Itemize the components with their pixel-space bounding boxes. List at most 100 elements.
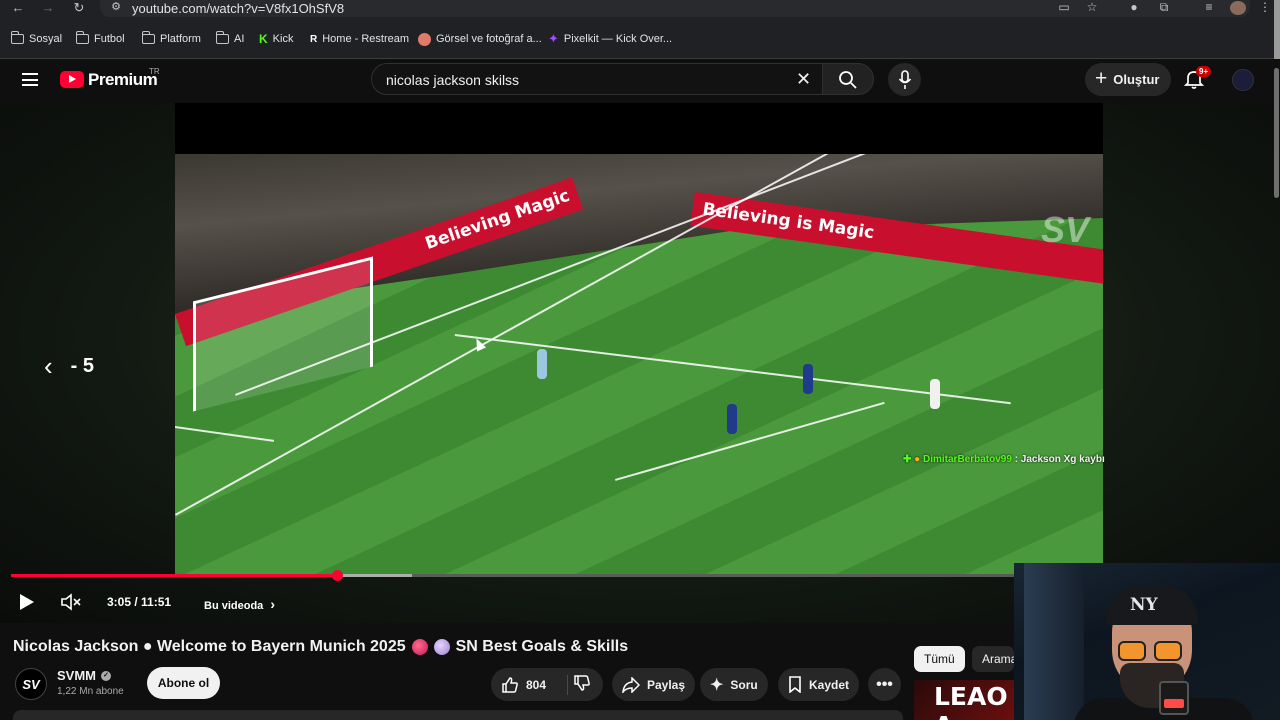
subscribe-button[interactable]: Abone ol [147,667,220,699]
logo-region: TR [149,67,160,76]
player-figure [727,404,737,434]
site-settings-icon[interactable]: ⚙ [106,0,126,17]
folder-icon [75,31,89,44]
menu-icon[interactable]: ⋮ [1256,0,1274,16]
pixelkit-icon: ✦ [548,31,559,46]
chat-username: DimitarBerbatov99 [923,454,1012,465]
search-value[interactable]: nicolas jackson skilss [386,72,519,88]
recommended-thumbnail[interactable]: LEAO A [914,680,1014,720]
hamburger-menu-icon[interactable] [22,73,38,86]
share-button[interactable]: Paylaş [612,668,696,701]
plus-icon: + [1095,67,1108,90]
bookmark-label: Home - Restream [322,33,410,45]
bookmark-label: Futbol [94,33,125,45]
progress-bar[interactable] [11,570,1014,581]
chip-search[interactable]: Arama [972,646,1014,672]
like-dislike-group: 804 [491,668,603,701]
restream-icon: R [310,33,318,45]
sparkle-icon: ✦ [710,676,724,694]
voice-search-button[interactable] [888,63,921,96]
bookmark-futbol[interactable]: Futbol [75,31,125,47]
bookmarks-bar: Sosyal Futbol Platform AI K Kick R Home … [0,17,1280,59]
search-input[interactable]: nicolas jackson skilss ✕ [371,63,823,95]
extension-dot-icon[interactable]: ● [1125,0,1143,16]
red-circle-emoji-icon [411,639,428,655]
folder-icon [215,31,229,44]
bookmark-restream[interactable]: R Home - Restream [310,31,409,47]
create-button[interactable]: + Oluştur [1085,63,1171,96]
create-label: Oluştur [1113,72,1160,87]
title-text-2: SN Best Goals & Skills [455,638,629,655]
chat-badge-icon: ● [914,454,921,465]
bookmark-sosyal[interactable]: Sosyal [10,31,63,47]
account-avatar[interactable] [1232,69,1254,91]
forward-icon[interactable]: → [38,0,58,17]
reload-icon[interactable]: ↻ [69,0,89,17]
title-text: Nicolas Jackson ● Welcome to Bayern Muni… [13,638,406,655]
image-site-icon [418,32,431,46]
more-horizontal-icon: ••• [876,675,893,693]
channel-avatar[interactable]: SV [15,668,47,700]
back-icon[interactable]: ← [8,0,28,17]
bookmark-label: Kick [272,33,294,45]
chapter-label: Bu videoda [204,600,264,612]
play-icon[interactable] [20,594,34,610]
channel-avatar-text: SV [22,676,40,692]
more-actions-button[interactable]: ••• [868,668,901,701]
microphone-device [1159,681,1189,715]
microphone-light [1164,699,1184,708]
chip-all[interactable]: Tümü [914,646,965,672]
bookmark-save-icon [789,676,801,693]
video-player[interactable]: Believing is Magic Believing Magic SV [175,103,1103,574]
notifications-badge: 9+ [1196,66,1212,77]
like-count: 804 [526,677,547,692]
bookmark-kick[interactable]: K Kick [259,31,293,47]
bookmark-gorsel[interactable]: Görsel ve fotoğraf a... [418,31,542,47]
logo-text[interactable]: Premium [88,70,158,90]
profile-avatar-icon[interactable] [1230,1,1246,15]
bookmark-platform[interactable]: Platform [141,31,201,47]
bookmark-label: Sosyal [29,33,63,45]
thumbnail-text: LEAO A [934,682,1008,720]
channel-name-link[interactable]: SVMM ✓ [57,668,111,683]
bookmark-ai[interactable]: AI [215,31,245,47]
player-figure [930,379,940,409]
seek-amount: - 5 [70,355,95,377]
youtube-header: Premium TR nicolas jackson skilss ✕ + Ol… [0,59,1280,103]
browser-scrollbar-top [1274,0,1280,59]
reading-list-icon[interactable]: ≡ [1200,0,1218,16]
bookmark-pixelkit[interactable]: ✦ Pixelkit — Kick Over... [548,31,672,47]
youtube-logo-icon[interactable] [60,71,84,88]
webcam-background [1024,563,1084,720]
chevron-right-icon: › [270,596,276,612]
description-box[interactable] [13,710,903,720]
url-text[interactable]: youtube.com/watch?v=V8fx1OhSfV8 [132,1,344,16]
page-scrollbar[interactable] [1274,68,1279,198]
subscriber-count: 1,22 Mn abone [57,686,124,697]
verified-check-icon: ✓ [101,670,111,681]
like-button[interactable]: 804 [501,676,546,694]
seek-back-indicator: ‹ - 5 [44,351,94,382]
video-frame: Believing is Magic Believing Magic SV [175,154,1103,574]
chat-message: : Jackson Xg kaybı [1011,454,1105,465]
search-button[interactable] [822,63,874,95]
browser-address-bar: ← → ↻ ⚙ youtube.com/watch?v=V8fx1OhSfV8 … [0,0,1280,18]
bookmark-label: Görsel ve fotoğraf a... [436,33,542,45]
extensions-icon[interactable]: ⧉ [1155,0,1173,16]
dislike-button[interactable] [573,674,591,695]
microphone-icon [898,70,912,89]
ask-button[interactable]: ✦ Soru [700,668,768,701]
save-button[interactable]: Kaydet [778,668,860,701]
sunglasses-lens [1118,641,1146,661]
chapter-button[interactable]: Bu videoda › [204,596,275,612]
thumbs-down-icon [574,675,590,691]
muted-volume-icon[interactable] [60,593,82,611]
folder-icon [141,31,155,44]
bookmark-label: AI [234,33,245,45]
share-arrow-icon [622,676,640,693]
progress-fill [11,574,337,577]
share-label: Paylaş [647,677,686,692]
cast-icon[interactable]: ▭ [1055,0,1073,16]
clear-search-icon[interactable]: ✕ [796,69,811,90]
bookmark-star-icon[interactable]: ☆ [1083,0,1101,16]
